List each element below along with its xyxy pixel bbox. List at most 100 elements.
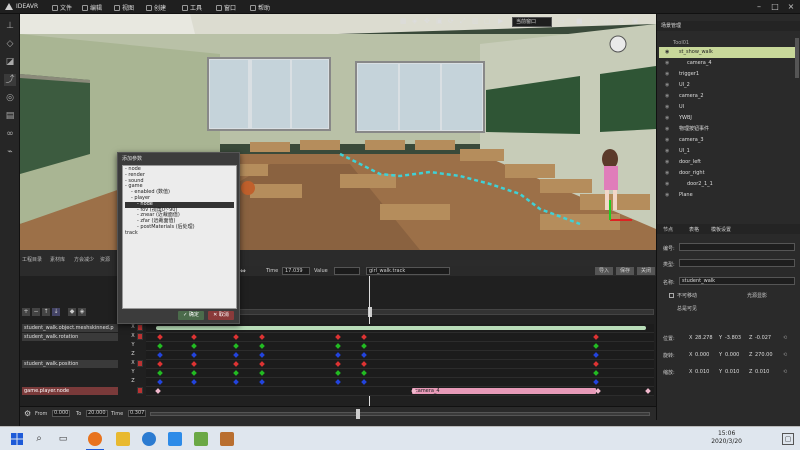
rot-y[interactable]: 0.000 [725,352,739,358]
window-toggle-icon[interactable]: ▣ [632,17,639,25]
keyframe-marker[interactable] [191,361,197,367]
scene-item[interactable]: ◉ Plane [659,190,799,201]
keyframe-marker[interactable] [157,361,163,367]
id-field[interactable] [679,243,795,251]
keyframe-marker[interactable] [335,352,341,358]
keyframe-marker[interactable] [259,352,265,358]
keyframe-marker[interactable] [233,361,239,367]
unmovable-checkbox[interactable] [669,293,674,298]
add-track-icon[interactable]: + [22,308,30,316]
keyframe-marker[interactable] [191,343,197,349]
circle-icon[interactable]: ◯ [590,17,598,25]
tab-project[interactable]: 工程目录 [22,256,42,263]
import-button[interactable]: 导入 [595,267,613,275]
keyframe-marker[interactable] [361,361,367,367]
tab-reduce[interactable]: 方会减少 [74,256,94,263]
ok-button[interactable]: ✓ 确定 [178,311,204,320]
tab-template[interactable]: 模板设置 [711,226,731,233]
menu-view[interactable]: 视图 [114,3,134,12]
menu-window[interactable]: 窗口 [216,3,236,12]
visibility-icon[interactable]: ◉ [665,137,671,143]
rot-z[interactable]: 270.00 [755,352,773,358]
value-field[interactable] [334,267,360,275]
keyframe-marker[interactable] [155,388,161,394]
keyframe-marker[interactable] [335,361,341,367]
track-file-field[interactable]: girl_walk.track [366,267,450,275]
tab-table[interactable]: 表格 [689,226,699,233]
clock[interactable]: 15:06 2020/3/20 [711,430,742,446]
visibility-icon[interactable]: ◉ [665,126,671,132]
keyframe-marker[interactable] [361,343,367,349]
pos-x[interactable]: 28.278 [695,335,713,341]
scene-root[interactable]: Tool01 [673,40,689,46]
keyframe-marker[interactable] [595,388,601,394]
keyframe-marker[interactable] [593,334,599,340]
keyframe-marker[interactable] [335,334,341,340]
keyframe-marker[interactable] [259,370,265,376]
keyframe-marker[interactable] [157,334,163,340]
maximize-icon[interactable]: □ [768,0,782,14]
keyframe-marker[interactable] [593,361,599,367]
move-up-icon[interactable]: ↑ [42,308,50,316]
tab-resources[interactable]: 资源 [100,256,110,263]
notification-icon[interactable]: ▢ [782,433,794,445]
rotate-icon[interactable]: ⟳ [448,17,454,25]
keyframe-marker[interactable] [157,370,163,376]
path-icon[interactable]: ⌁ [4,146,16,158]
lock-icon[interactable]: ▢ [484,17,491,25]
visibility-icon[interactable]: ◉ [665,115,671,121]
scene-item[interactable]: ◉ door2_1_1 [659,179,799,190]
windows-start-icon[interactable] [10,432,24,446]
cube-icon[interactable]: ◇ [4,38,16,50]
rot-x[interactable]: 0.000 [695,352,709,358]
visibility-icon[interactable]: ◉ [665,60,671,66]
keyframe-marker[interactable] [233,370,239,376]
keyframe-marker[interactable] [233,352,239,358]
keyframe-marker[interactable] [233,379,239,385]
close-icon[interactable]: × [784,0,798,14]
scene-item[interactable]: ◉ UI [659,102,799,113]
scale-z[interactable]: 0.010 [755,369,769,375]
ideavr-task-icon[interactable] [220,432,234,446]
visibility-icon[interactable]: ◉ [665,71,671,77]
track-label[interactable]: student_walk.rotation [22,333,118,341]
visibility-icon[interactable]: ◉ [665,93,671,99]
reset-rotation-icon[interactable]: ⟲ [783,352,787,358]
scene-item[interactable]: ◉ camera_3 [659,135,799,146]
keyframe-marker[interactable] [361,379,367,385]
info-icon[interactable]: ⓘ [604,17,611,27]
keyframe-marker[interactable] [335,379,341,385]
keyframe-marker[interactable] [191,370,197,376]
keyframe-marker[interactable] [157,379,163,385]
keyframe-marker[interactable] [335,343,341,349]
move-down-icon[interactable]: ↓ [52,308,60,316]
layers-icon[interactable]: ▥ [472,17,479,25]
cancel-button[interactable]: ✕ 取消 [208,311,234,320]
expand-icon[interactable]: ⇔ [240,267,246,275]
key-icon[interactable]: ◆ [68,308,76,316]
keyframe-marker[interactable] [191,334,197,340]
play-icon[interactable]: ▶ [498,17,503,25]
scene-item[interactable]: ◉ door_left [659,157,799,168]
visibility-icon[interactable]: ◉ [665,148,671,154]
menu-file[interactable]: 文件 [52,3,72,12]
remove-track-icon[interactable]: − [32,308,40,316]
keyframe-marker[interactable] [157,352,163,358]
app-blue-icon[interactable] [168,432,182,446]
reset-position-icon[interactable]: ⟲ [783,335,787,341]
track-toggle[interactable] [137,360,143,367]
parameter-tree[interactable]: - node - render - sound - game - enabled (数值… [122,165,237,309]
to-field[interactable]: 20.000 [86,410,108,417]
scale-icon[interactable]: ⤢ [460,17,466,26]
key-all-icon[interactable]: ◈ [78,308,86,316]
keyframe-marker[interactable] [593,370,599,376]
scene-item[interactable]: ◉ UI_1 [659,146,799,157]
reset-scale-icon[interactable]: ⟲ [783,369,787,375]
keyframe-marker[interactable] [361,334,367,340]
settings-icon[interactable]: ⚙ [618,17,624,25]
pos-y[interactable]: -3.803 [725,335,741,341]
axis-icon[interactable]: ⊥ [4,20,16,32]
tree-node[interactable]: track [125,230,234,237]
keyframe-marker[interactable] [411,388,417,394]
scene-item[interactable]: ◉ door_right [659,168,799,179]
